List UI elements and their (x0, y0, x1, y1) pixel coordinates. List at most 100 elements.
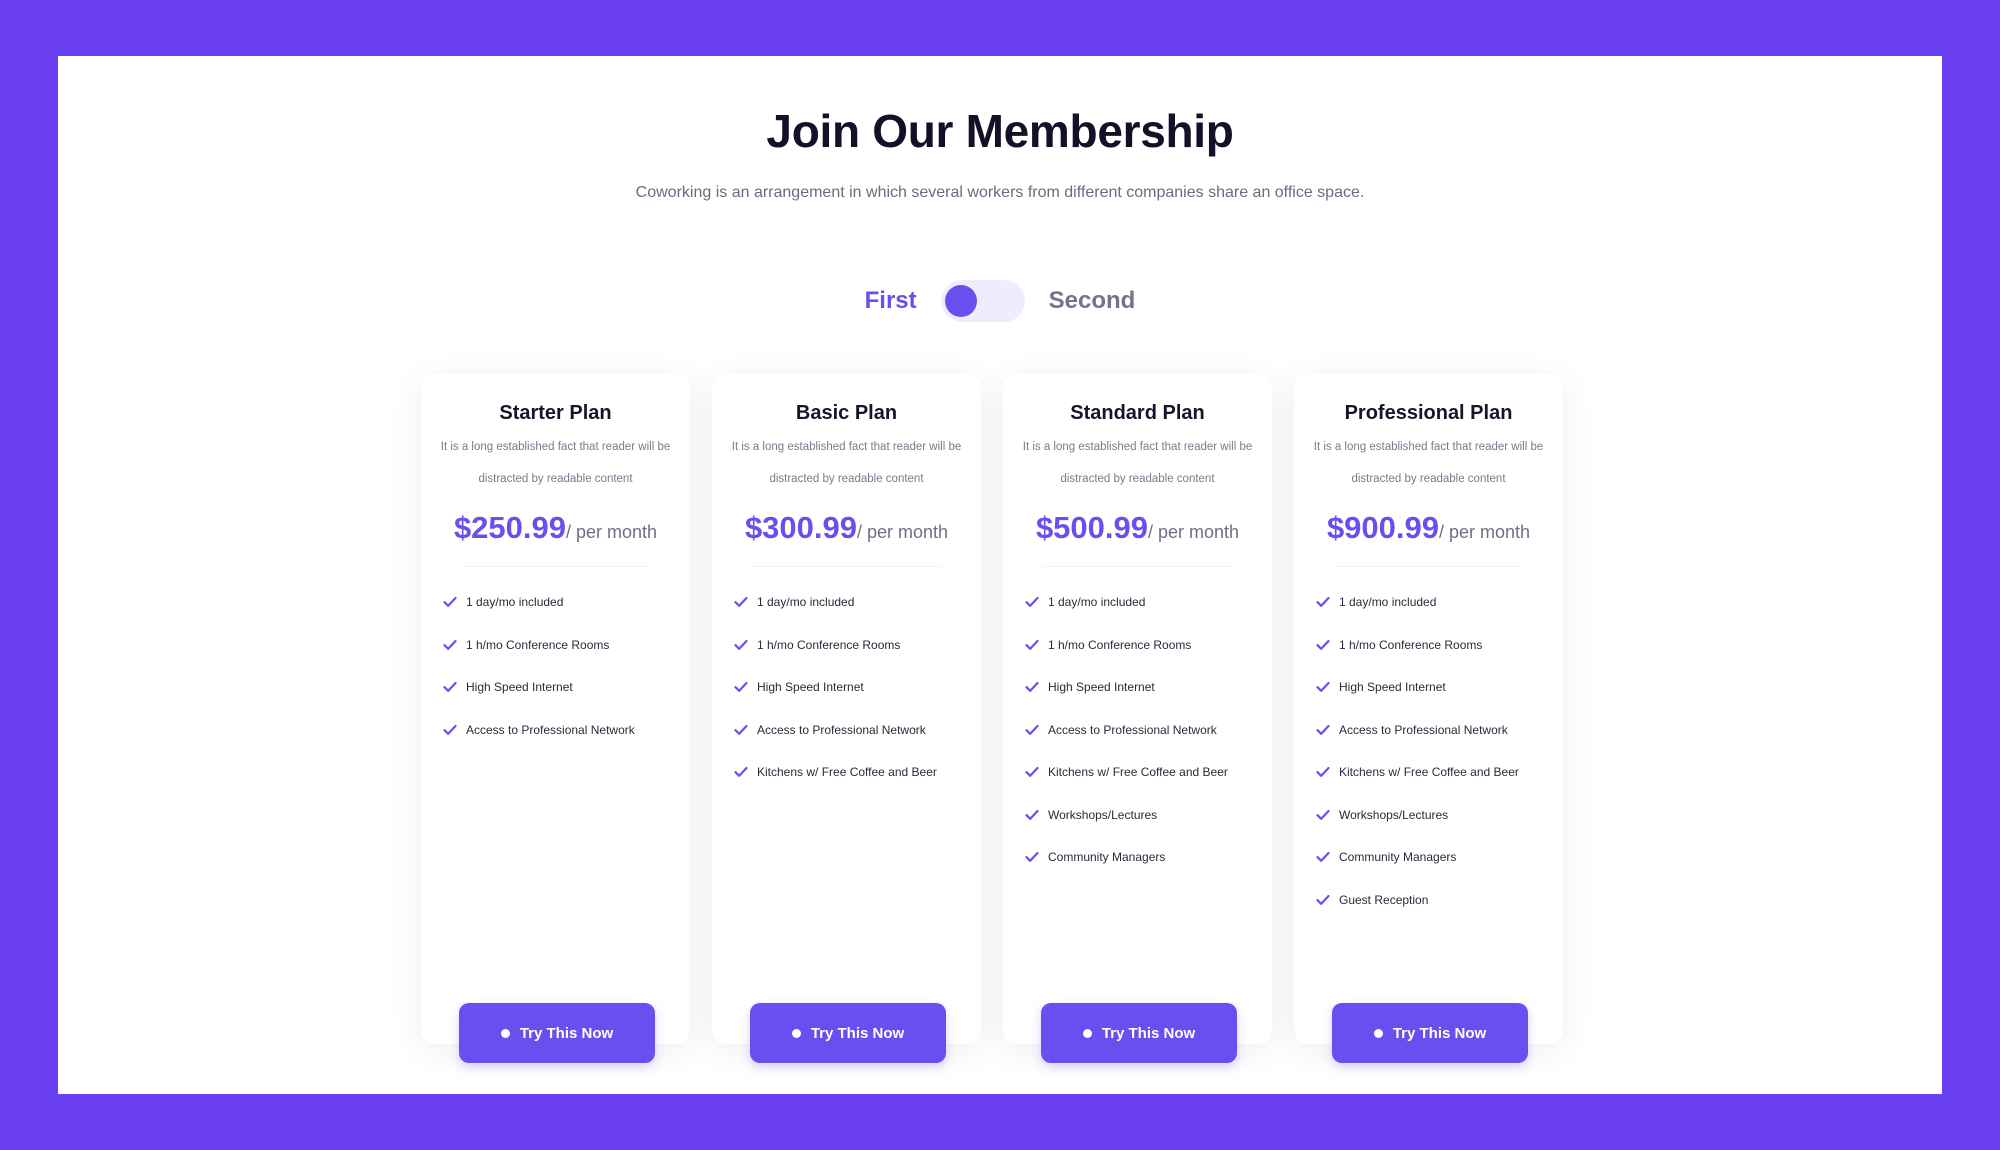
feature-label: 1 day/mo included (1048, 595, 1146, 610)
check-icon (1316, 597, 1330, 608)
feature-item: 1 h/mo Conference Rooms (1025, 624, 1262, 667)
feature-label: 1 h/mo Conference Rooms (466, 637, 610, 652)
feature-label: Access to Professional Network (1048, 722, 1217, 737)
check-icon (443, 639, 457, 650)
check-icon (1316, 767, 1330, 778)
toggle-switch[interactable] (940, 280, 1025, 322)
try-this-now-button[interactable]: Try This Now (459, 1003, 655, 1063)
card-divider (1334, 566, 1523, 567)
plan-card-basic: Basic Plan It is a long established fact… (712, 374, 981, 1063)
feature-item: Access to Professional Network (1316, 709, 1553, 752)
check-icon (1316, 852, 1330, 863)
check-icon (1316, 724, 1330, 735)
plan-price: $250.99 (453, 510, 566, 545)
dot-icon (1082, 1028, 1092, 1038)
feature-label: Workshops/Lectures (1048, 807, 1158, 822)
feature-label: Access to Professional Network (1339, 722, 1508, 737)
card-divider (461, 566, 650, 567)
feature-list: 1 day/mo included 1 h/mo Conference Room… (443, 581, 680, 751)
plan-price-line: $900.99/ per month (1294, 510, 1563, 546)
feature-item: Kitchens w/ Free Coffee and Beer (1316, 751, 1553, 794)
check-icon (443, 724, 457, 735)
plan-name: Professional Plan (1344, 402, 1513, 424)
plan-price: $300.99 (744, 510, 857, 545)
feature-item: High Speed Internet (734, 666, 971, 709)
card-divider (1043, 566, 1232, 567)
check-icon (443, 597, 457, 608)
dot-icon (791, 1028, 801, 1038)
check-icon (443, 682, 457, 693)
feature-item: Access to Professional Network (443, 709, 680, 752)
plan-card-starter: Starter Plan It is a long established fa… (421, 374, 690, 1063)
plan-description: It is a long established fact that reade… (1022, 441, 1253, 485)
check-icon (734, 597, 748, 608)
plan-price: $900.99 (1326, 510, 1439, 545)
check-icon (1316, 682, 1330, 693)
plan-description: It is a long established fact that reade… (440, 441, 671, 485)
feature-item: Kitchens w/ Free Coffee and Beer (734, 751, 971, 794)
feature-label: Kitchens w/ Free Coffee and Beer (1048, 765, 1228, 780)
pricing-section: Join Our Membership Coworking is an arra… (58, 56, 1942, 1094)
feature-list: 1 day/mo included 1 h/mo Conference Room… (1025, 581, 1262, 879)
button-label: Try This Now (810, 1024, 905, 1042)
plan-price-line: $250.99/ per month (421, 510, 690, 546)
check-icon (734, 639, 748, 650)
try-this-now-button[interactable]: Try This Now (1041, 1003, 1237, 1063)
button-label: Try This Now (1392, 1024, 1487, 1042)
check-icon (1316, 639, 1330, 650)
feature-label: 1 h/mo Conference Rooms (1048, 637, 1192, 652)
check-icon (1025, 639, 1039, 650)
feature-label: Guest Reception (1339, 892, 1429, 907)
toggle-option-second[interactable]: Second (1049, 287, 1136, 315)
plan-card-professional: Professional Plan It is a long establish… (1294, 374, 1563, 1063)
feature-item: High Speed Internet (1316, 666, 1553, 709)
feature-label: High Speed Internet (466, 680, 573, 695)
feature-item: 1 day/mo included (443, 581, 680, 624)
plan-period: / per month (566, 522, 658, 542)
feature-label: 1 h/mo Conference Rooms (757, 637, 901, 652)
feature-item: Guest Reception (1316, 879, 1553, 922)
check-icon (1025, 597, 1039, 608)
page-subtitle: Coworking is an arrangement in which sev… (635, 184, 1365, 201)
feature-item: Community Managers (1316, 836, 1553, 879)
plan-name: Standard Plan (1070, 402, 1205, 424)
feature-item: Workshops/Lectures (1025, 794, 1262, 837)
feature-item: High Speed Internet (443, 666, 680, 709)
feature-label: 1 h/mo Conference Rooms (1339, 637, 1483, 652)
feature-item: 1 h/mo Conference Rooms (734, 624, 971, 667)
feature-label: High Speed Internet (1339, 680, 1446, 695)
plan-price-line: $500.99/ per month (1003, 510, 1272, 546)
feature-item: 1 day/mo included (734, 581, 971, 624)
feature-item: 1 h/mo Conference Rooms (1316, 624, 1553, 667)
plan-description: It is a long established fact that reade… (1313, 441, 1544, 485)
feature-label: Kitchens w/ Free Coffee and Beer (1339, 765, 1519, 780)
check-icon (1025, 682, 1039, 693)
feature-item: High Speed Internet (1025, 666, 1262, 709)
plan-period: / per month (857, 522, 949, 542)
feature-label: High Speed Internet (757, 680, 864, 695)
plan-name: Starter Plan (499, 402, 612, 424)
check-icon (1316, 894, 1330, 905)
feature-item: Access to Professional Network (1025, 709, 1262, 752)
plan-price: $500.99 (1035, 510, 1148, 545)
card-divider (752, 566, 941, 567)
toggle-knob (944, 285, 977, 317)
feature-label: Workshops/Lectures (1339, 807, 1449, 822)
check-icon (734, 682, 748, 693)
button-label: Try This Now (519, 1024, 614, 1042)
try-this-now-button[interactable]: Try This Now (750, 1003, 946, 1063)
feature-label: Community Managers (1339, 850, 1457, 865)
feature-item: Workshops/Lectures (1316, 794, 1553, 837)
feature-item: Kitchens w/ Free Coffee and Beer (1025, 751, 1262, 794)
plan-name: Basic Plan (795, 402, 898, 424)
check-icon (1025, 852, 1039, 863)
feature-list: 1 day/mo included 1 h/mo Conference Room… (734, 581, 971, 794)
toggle-option-first[interactable]: First (865, 287, 917, 315)
feature-label: Access to Professional Network (466, 722, 635, 737)
dot-icon (500, 1028, 510, 1038)
feature-item: 1 h/mo Conference Rooms (443, 624, 680, 667)
feature-label: Access to Professional Network (757, 722, 926, 737)
try-this-now-button[interactable]: Try This Now (1332, 1003, 1528, 1063)
feature-label: 1 day/mo included (1339, 595, 1437, 610)
check-icon (1025, 767, 1039, 778)
